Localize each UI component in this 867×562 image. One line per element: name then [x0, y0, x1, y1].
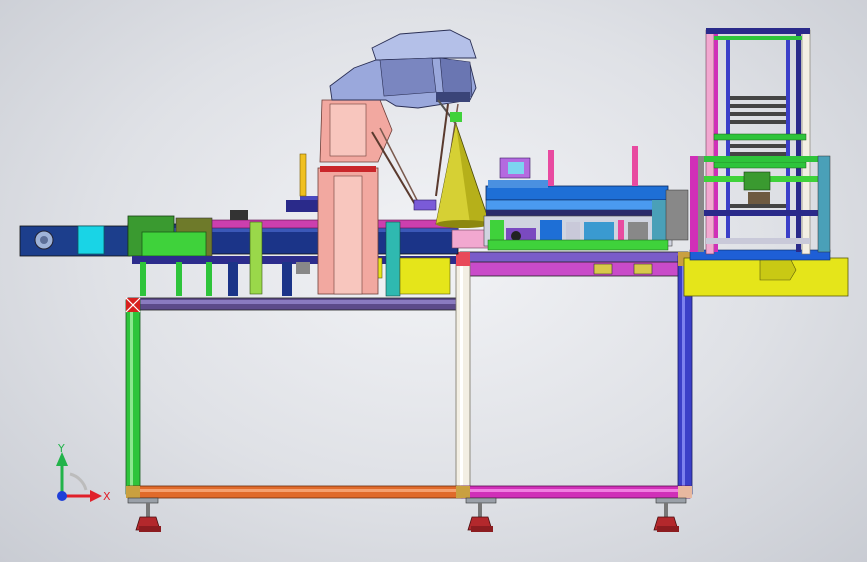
foot-left — [127, 497, 161, 532]
foot-right — [653, 497, 687, 532]
y-axis-label: Y — [57, 442, 65, 455]
center-conveyor — [451, 146, 689, 251]
z-axis-dot — [57, 491, 67, 501]
x-axis-label: X — [103, 490, 111, 503]
foot-middle — [465, 497, 497, 532]
cad-viewport[interactable]: Y X — [0, 0, 867, 562]
right-stacker-tower — [683, 28, 849, 297]
leveling-feet — [127, 497, 687, 532]
coordinate-triad: Y X — [56, 442, 111, 503]
left-infeed-conveyor — [19, 153, 459, 297]
machine-assembly-model[interactable]: Y X — [0, 0, 867, 562]
